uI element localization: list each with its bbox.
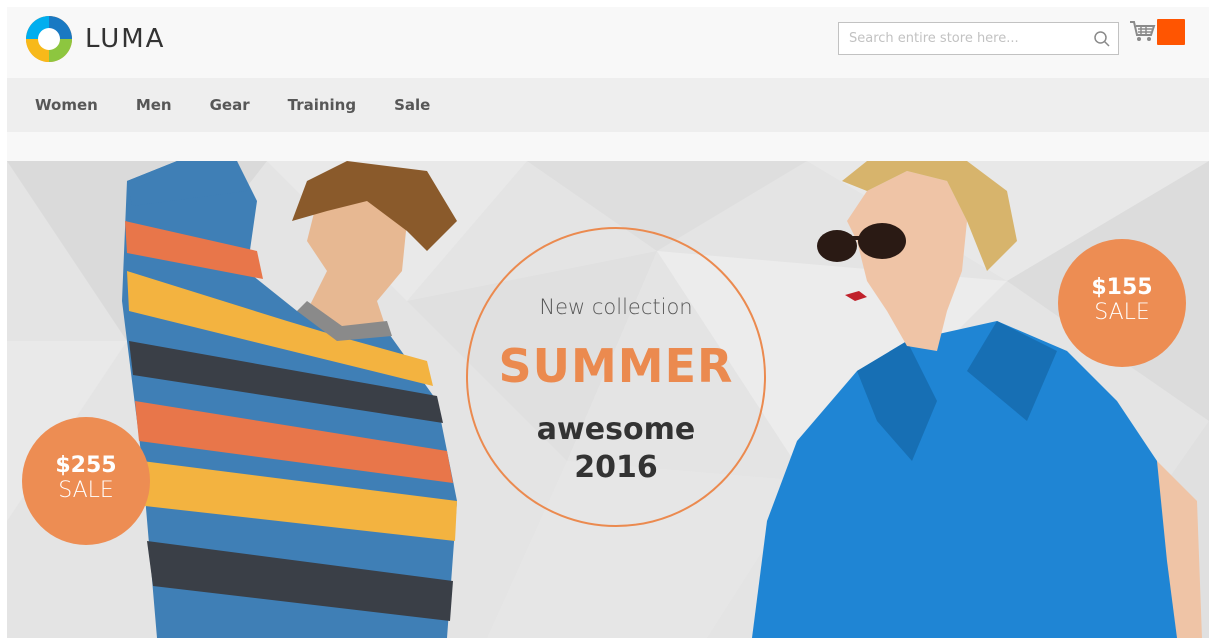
luma-logo-icon (26, 16, 72, 62)
sale-price-left: $255 (55, 453, 117, 478)
cart-counter[interactable] (1157, 19, 1185, 45)
search-icon[interactable] (1093, 30, 1111, 48)
promo-headline: SUMMER (498, 339, 734, 393)
brand-name: LUMA (85, 24, 166, 54)
main-navigation: Women Men Gear Training Sale (7, 78, 1209, 132)
page: LUMA Women Men Gear Training Sale (0, 0, 1209, 638)
sale-price-right: $155 (1091, 275, 1153, 300)
promo-subline: awesome (536, 412, 696, 447)
search-box (838, 22, 1119, 55)
sale-badge-right[interactable]: $155 SALE (1058, 239, 1186, 367)
promo-circle[interactable]: New collection SUMMER awesome 2016 (466, 227, 766, 527)
cart-icon[interactable] (1128, 18, 1156, 44)
nav-item-sale[interactable]: Sale (394, 96, 430, 114)
promo-year: 2016 (574, 450, 658, 485)
hero-banner[interactable]: $255 SALE New collection SUMMER awesome … (7, 161, 1209, 638)
nav-item-women[interactable]: Women (35, 96, 98, 114)
search-input[interactable] (839, 23, 1094, 54)
nav-item-training[interactable]: Training (288, 96, 356, 114)
sale-label-right: SALE (1094, 300, 1150, 325)
sale-badge-left[interactable]: $255 SALE (22, 417, 150, 545)
nav-item-gear[interactable]: Gear (210, 96, 250, 114)
nav-item-men[interactable]: Men (136, 96, 172, 114)
store-logo[interactable]: LUMA (25, 14, 165, 64)
nav-spacer (7, 132, 1209, 161)
site-header: LUMA (7, 7, 1209, 78)
sale-label-left: SALE (58, 478, 114, 503)
promo-tagline: New collection (539, 295, 693, 319)
